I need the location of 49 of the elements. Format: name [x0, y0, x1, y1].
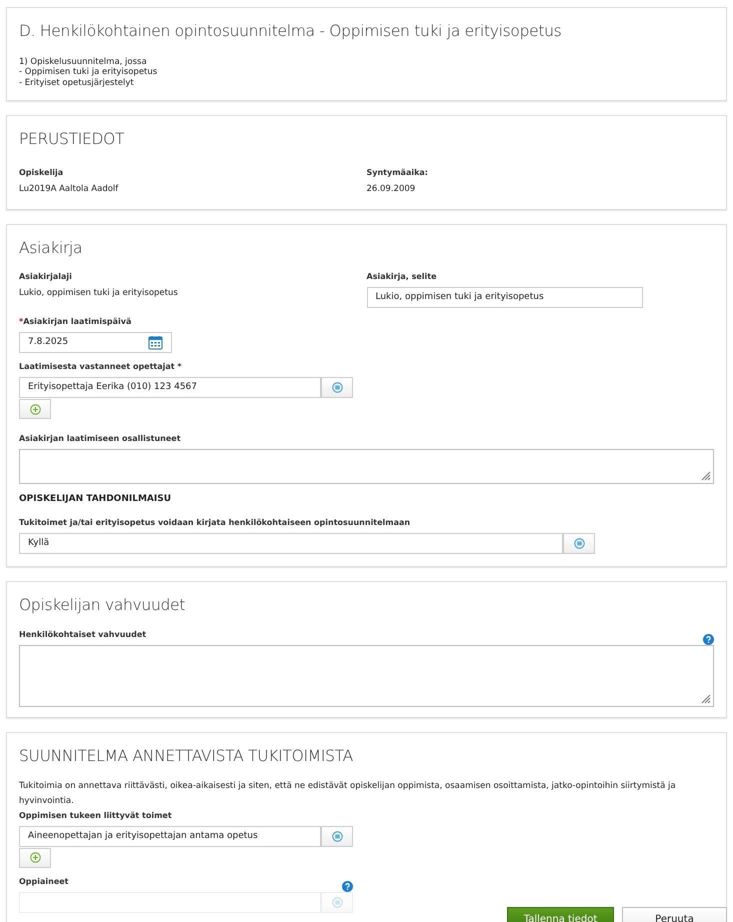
field-label: Laatimisesta vastanneet opettajat *: [19, 361, 183, 374]
cancel-button[interactable]: Peruuta: [622, 907, 727, 922]
section-title: SUUNNITELMA ANNETTAVISTA TUKITOIMISTA: [19, 746, 354, 766]
field-label: Oppiaineet: [19, 876, 69, 888]
text-area[interactable]: [19, 644, 714, 706]
field-label: Tukitoimet ja/tai erityisopetus voidaan kirjata henkilökohtaiseen opintosuunnitelmaan: [19, 516, 412, 529]
add-icon: [30, 852, 40, 864]
list-icon: [332, 896, 342, 908]
section-subtitle: OPISKELIJAN TAHDONILMAISU: [19, 493, 172, 506]
list-icon: [332, 382, 342, 394]
field-label: Opiskelija: [19, 167, 64, 180]
add-button[interactable]: [19, 399, 51, 420]
field-value: Lukio, oppimisen tuki ja erityisopetus: [19, 287, 179, 300]
field-label: Syntymäaika:: [366, 167, 430, 180]
field-label: Henkilökohtaiset vahvuudet: [19, 628, 146, 640]
section-title: PERUSTIEDOT: [19, 130, 126, 150]
field-label: Asiakirjan laatimiseen osallistuneet: [19, 433, 182, 446]
intro-text: Tukitoimia on annettava riittävästi, oikea-aikaisesti ja siten, että ne edistävät opiskelijan oppimista, osaamisen osoittamista, jatko-opintoihin siirtymistä ja hyvinvointia.: [19, 780, 677, 808]
date-field[interactable]: 7.8.2025: [19, 332, 172, 354]
section-title: Asiakirja: [19, 238, 84, 258]
select-field[interactable]: Erityisopettaja Eerika (010) 123 4567: [19, 377, 321, 398]
field-label: *Asiakirjan laatimispäivä: [19, 316, 132, 328]
text-line: - Oppimisen tuki ja erityisopetus: [19, 67, 158, 78]
save-button[interactable]: Tallenna tiedot: [507, 907, 614, 922]
select-field[interactable]: Aineenopettajan ja erityisopettajan antama opetus: [19, 826, 321, 847]
field-label: Oppimisen tukeen liittyvät toimet: [19, 810, 173, 822]
add-button[interactable]: [19, 848, 51, 868]
help-icon[interactable]: [342, 880, 353, 892]
field-label: Asiakirja, selite: [366, 271, 438, 284]
field-value: 26.09.2009: [366, 183, 416, 196]
calendar-icon[interactable]: [148, 335, 163, 350]
add-icon: [30, 404, 40, 415]
text-line: - Erityiset opetusjärjestelyt: [19, 78, 135, 88]
list-icon: [332, 830, 342, 842]
select-button[interactable]: [563, 532, 595, 554]
help-icon[interactable]: [703, 634, 714, 644]
select-button[interactable]: [321, 377, 353, 398]
text-line: 1) Opiskelusuunnitelma, jossa: [19, 56, 148, 68]
text-field[interactable]: Lukio, oppimisen tuki ja erityisopetus: [366, 287, 642, 308]
section-title: D. Henkilökohtainen opintosuunnitelma - Oppimisen tuki ja erityisopetus: [19, 22, 562, 41]
text-area[interactable]: [19, 449, 714, 484]
resize-grip-icon[interactable]: [700, 470, 711, 482]
section-title: Opiskelijan vahvuudet: [19, 596, 186, 614]
field-label: Asiakirjalaji: [19, 271, 73, 284]
select-button[interactable]: [321, 826, 353, 847]
field-value: Lu2019A Aaltola Aadolf: [19, 183, 120, 196]
select-field[interactable]: Kyllä: [19, 532, 563, 554]
list-icon: [574, 538, 584, 549]
resize-grip-icon[interactable]: [700, 692, 711, 704]
